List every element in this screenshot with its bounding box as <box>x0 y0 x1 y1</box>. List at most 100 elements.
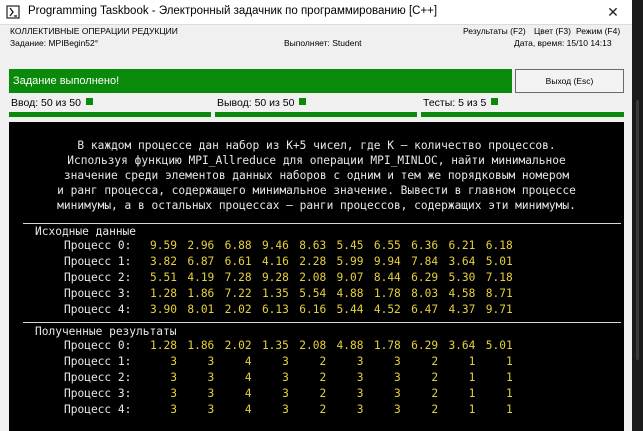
output-counter: Вывод: 50 из 50 <box>215 96 417 118</box>
process-value: 5.45 <box>336 239 364 252</box>
process-value: 6.88 <box>224 239 252 252</box>
process-label: Процесс 3: <box>64 287 132 300</box>
process-value: 1 <box>505 387 513 400</box>
tests-counter: Тесты: 5 из 5 <box>421 96 624 118</box>
task-description-line: В каждом процессе дан набор из K+5 чисел… <box>77 139 556 152</box>
process-value: 1.28 <box>150 287 177 300</box>
process-value: 4 <box>244 371 252 384</box>
process-value: 4.37 <box>448 303 476 316</box>
process-value: 6.47 <box>411 303 439 316</box>
process-value: 5.30 <box>448 271 476 284</box>
output-results-title: Полученные результаты <box>35 325 177 338</box>
scrollbar <box>636 100 639 360</box>
section-divider <box>23 223 621 224</box>
process-value: 5.01 <box>485 339 513 352</box>
input-progress-bar <box>9 112 211 117</box>
process-value: 8.01 <box>187 303 215 316</box>
background-window-edge <box>632 0 643 431</box>
process-label: Процесс 4: <box>64 303 132 316</box>
process-value: 4 <box>244 403 252 416</box>
process-value: 3 <box>207 403 215 416</box>
title-bar[interactable]: Programming Taskbook - Электронный задач… <box>0 0 632 25</box>
process-value: 2.96 <box>187 239 215 252</box>
process-value: 7.22 <box>224 287 252 300</box>
process-value: 5.51 <box>150 271 177 284</box>
process-value: 3.64 <box>448 255 476 268</box>
process-value: 9.28 <box>261 271 289 284</box>
process-value: 3 <box>170 387 177 400</box>
process-label: Процесс 2: <box>64 371 132 384</box>
process-value: 1.86 <box>187 287 215 300</box>
process-value: 5.54 <box>299 287 327 300</box>
input-data-title: Исходные данные <box>35 225 137 238</box>
process-value: 2.02 <box>224 303 252 316</box>
input-counter: Ввод: 50 из 50 <box>9 96 211 118</box>
process-value: 3 <box>394 387 401 400</box>
process-label: Процесс 3: <box>64 387 132 400</box>
close-button[interactable]: ✕ <box>600 3 626 21</box>
color-menu-item[interactable]: Цвет (F3) <box>534 26 571 36</box>
process-value: 3 <box>394 403 401 416</box>
process-value: 1.86 <box>187 339 215 352</box>
window-title: Programming Taskbook - Электронный задач… <box>28 5 438 17</box>
process-value: 3.64 <box>448 339 476 352</box>
process-value: 1.35 <box>261 339 289 352</box>
process-value: 3 <box>394 371 401 384</box>
process-value: 6.87 <box>187 255 215 268</box>
process-value: 9.07 <box>336 271 364 284</box>
input-progress-fill <box>9 112 211 117</box>
process-value: 2.02 <box>224 339 252 352</box>
process-value: 8.71 <box>485 287 513 300</box>
exit-button[interactable]: Выход (Esc) <box>515 69 624 93</box>
process-value: 4.88 <box>336 287 364 300</box>
section-divider <box>23 322 621 323</box>
output-ok-indicator <box>299 98 307 105</box>
process-value: 1.78 <box>373 339 401 352</box>
tests-ok-indicator <box>491 98 499 105</box>
process-value: 3 <box>356 371 364 384</box>
process-value: 6.13 <box>261 303 289 316</box>
process-value: 1 <box>468 355 476 368</box>
process-value: 2 <box>319 403 327 416</box>
tests-counter-label: Тесты: 5 из 5 <box>423 97 499 109</box>
process-value: 6.29 <box>411 271 439 284</box>
process-value: 6.61 <box>224 255 252 268</box>
mode-menu-item[interactable]: Режим (F4) <box>576 26 620 36</box>
process-value: 3 <box>282 403 289 416</box>
output-progress-bar <box>215 112 417 117</box>
taskbook-window: Programming Taskbook - Электронный задач… <box>0 0 632 431</box>
process-value: 2 <box>431 387 439 400</box>
task-name-label: Задание: MPIBegin52° <box>10 38 99 48</box>
results-menu-item[interactable]: Результаты (F2) <box>463 26 526 36</box>
process-value: 2 <box>431 371 439 384</box>
process-value: 3 <box>394 355 401 368</box>
process-value: 1 <box>505 403 513 416</box>
process-label: Процесс 2: <box>64 271 132 284</box>
datetime-label: Дата, время: 15/10 14:13 <box>514 38 612 48</box>
process-value: 6.55 <box>373 239 401 252</box>
output-progress-fill <box>215 112 417 117</box>
task-group-label: КОЛЛЕКТИВНЫЕ ОПЕРАЦИИ РЕДУКЦИИ <box>10 26 178 36</box>
process-value: 5.01 <box>485 255 513 268</box>
process-value: 3 <box>356 355 364 368</box>
task-description-line: значение среди элементов данных наборов … <box>63 169 570 182</box>
process-value: 5.99 <box>336 255 364 268</box>
process-value: 4.16 <box>261 255 289 268</box>
taskbook-app-icon <box>6 5 20 19</box>
process-value: 7.84 <box>411 255 439 268</box>
process-label: Процесс 1: <box>64 355 132 368</box>
process-value: 1.78 <box>373 287 401 300</box>
process-value: 3 <box>282 355 289 368</box>
process-label: Процесс 0: <box>64 239 132 252</box>
process-value: 7.18 <box>485 271 513 284</box>
task-console: В каждом процессе дан набор из K+5 чисел… <box>9 122 624 431</box>
process-value: 3 <box>170 403 177 416</box>
process-value: 4.88 <box>336 339 364 352</box>
process-value: 8.03 <box>411 287 439 300</box>
process-value: 4 <box>244 355 252 368</box>
process-value: 9.59 <box>150 239 177 252</box>
process-value: 6.18 <box>485 239 513 252</box>
process-value: 2.08 <box>299 339 327 352</box>
process-value: 6.16 <box>299 303 327 316</box>
output-counter-label: Вывод: 50 из 50 <box>217 97 307 109</box>
